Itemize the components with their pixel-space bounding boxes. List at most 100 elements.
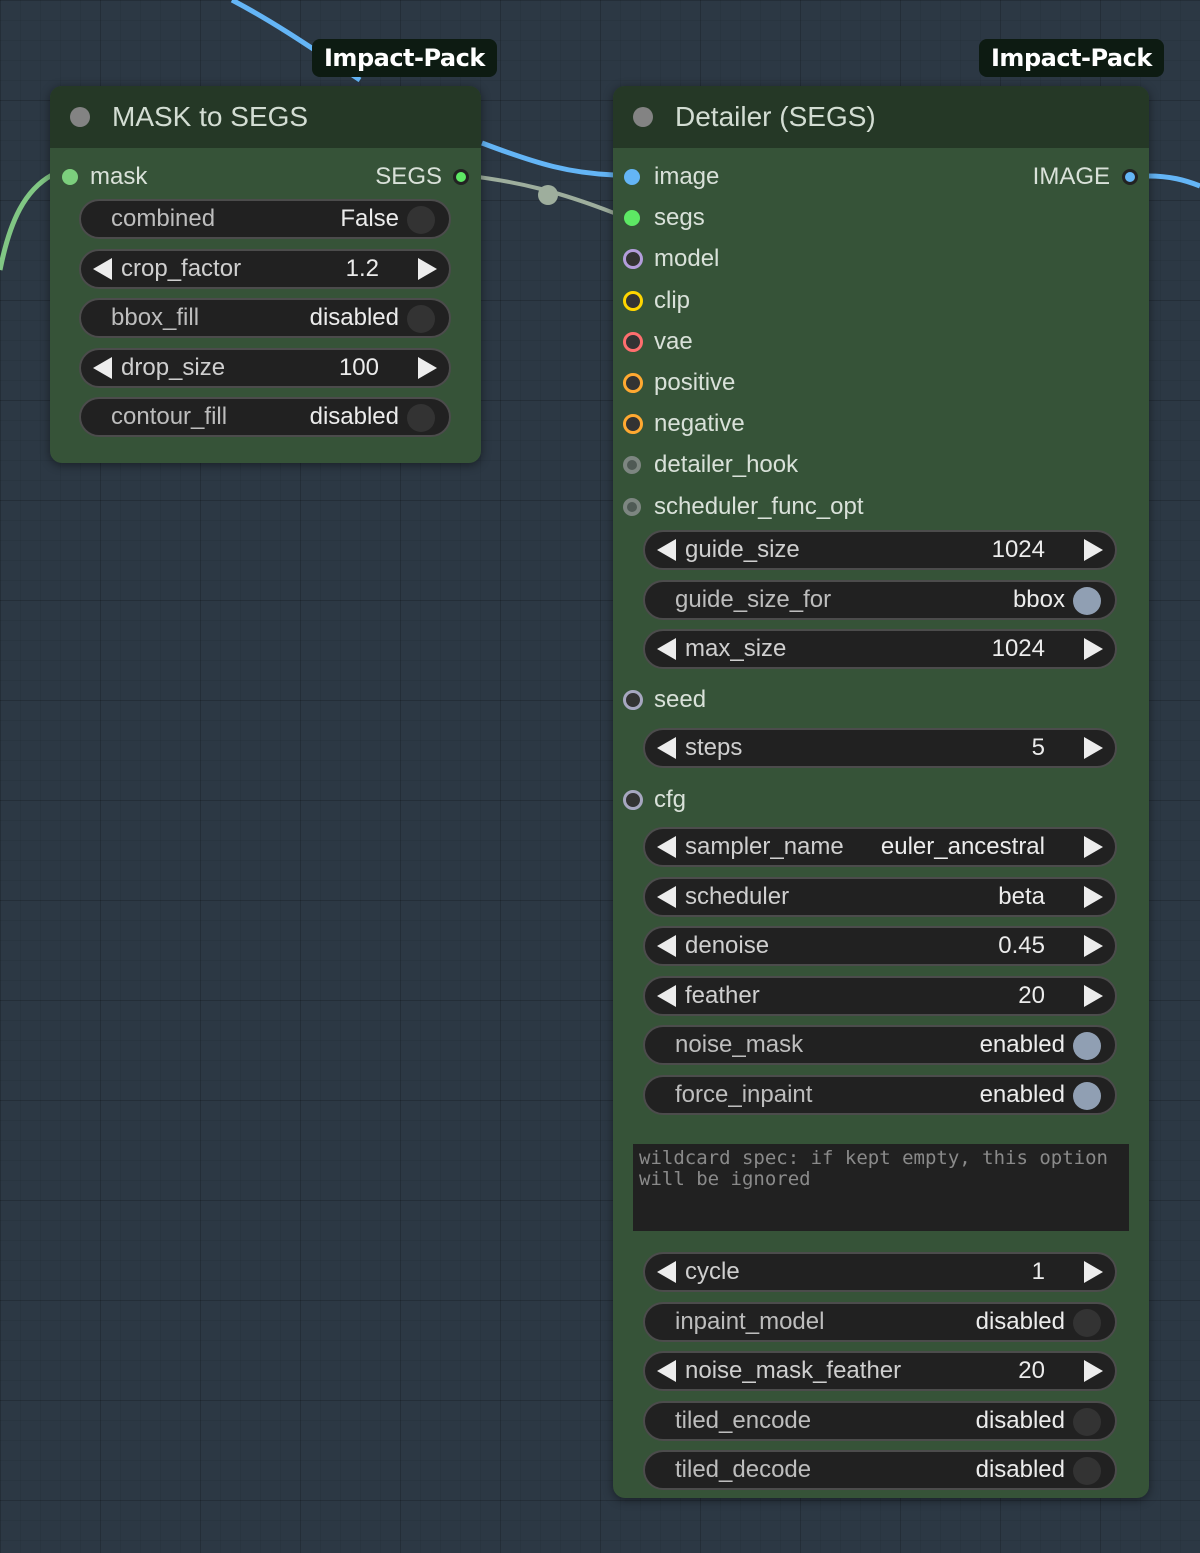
- input-slot-vae-icon[interactable]: [623, 331, 643, 352]
- increment-arrow-icon[interactable]: [1084, 539, 1103, 561]
- node-title: MASK to SEGS: [112, 101, 309, 132]
- link-reroute-dot[interactable]: [538, 185, 558, 205]
- node-mask-to-segs[interactable]: MASK to SEGS mask SEGS combined False crop…: [50, 86, 481, 463]
- slot-row-positive: positive: [613, 363, 1149, 403]
- widget-guide-size-for[interactable]: guide_size_for bbox: [643, 579, 1117, 620]
- increment-arrow-icon[interactable]: [1084, 1360, 1103, 1382]
- input-slot-negative-icon[interactable]: [623, 414, 643, 435]
- widget-denoise[interactable]: denoise 0.45: [643, 926, 1117, 966]
- input-slot-detailer-hook-icon[interactable]: [623, 456, 641, 475]
- widget-name: guide_size_for: [675, 585, 832, 613]
- widget-name: force_inpaint: [675, 1080, 813, 1108]
- toggle-knob-icon[interactable]: [1073, 1457, 1101, 1485]
- increment-arrow-icon[interactable]: [1084, 638, 1103, 661]
- widget-scheduler[interactable]: scheduler beta: [643, 876, 1117, 917]
- decrement-arrow-icon[interactable]: [657, 737, 676, 759]
- input-label-clip: clip: [654, 286, 691, 314]
- widget-contour-fill[interactable]: contour_fill disabled: [79, 397, 451, 438]
- node-header[interactable]: Detailer (SEGS): [613, 86, 1149, 148]
- decrement-arrow-icon[interactable]: [657, 935, 676, 957]
- increment-arrow-icon[interactable]: [418, 257, 437, 280]
- widget-name: combined: [111, 205, 216, 232]
- link-wire-image-out[interactable]: [1147, 173, 1200, 189]
- widget-max-size[interactable]: max_size 1024: [643, 629, 1117, 670]
- input-label-scheduler-func-opt: scheduler_func_opt: [654, 492, 864, 520]
- node-header[interactable]: MASK to SEGS: [50, 86, 481, 148]
- input-slot-scheduler-func-opt-icon[interactable]: [623, 497, 641, 516]
- widget-sampler-name[interactable]: sampler_name euler_ancestral: [643, 827, 1117, 867]
- widget-name: drop_size: [121, 353, 226, 381]
- collapse-dot-icon[interactable]: [70, 107, 90, 127]
- decrement-arrow-icon[interactable]: [657, 539, 676, 561]
- node-detailer-segs[interactable]: Detailer (SEGS) image segs model clip vae pos…: [613, 86, 1149, 1498]
- decrement-arrow-icon[interactable]: [657, 885, 676, 908]
- widget-value: disabled: [309, 304, 399, 332]
- link-wire-mask[interactable]: [0, 172, 54, 271]
- increment-arrow-icon[interactable]: [1084, 1261, 1103, 1283]
- widget-combined[interactable]: combined False: [79, 199, 451, 239]
- input-slot-mask-icon[interactable]: [62, 169, 78, 185]
- increment-arrow-icon[interactable]: [418, 356, 437, 379]
- decrement-arrow-icon[interactable]: [657, 836, 676, 858]
- slot-row-scheduler-func-opt: scheduler_func_opt: [613, 487, 1149, 527]
- slot-row-mask: mask SEGS: [50, 157, 481, 197]
- input-slot-seed-icon[interactable]: [623, 690, 643, 710]
- slot-row-negative: negative: [613, 404, 1149, 444]
- widget-value: 20: [1018, 1357, 1045, 1384]
- increment-arrow-icon[interactable]: [1084, 836, 1103, 858]
- input-slot-positive-icon[interactable]: [623, 373, 643, 393]
- toggle-knob-icon[interactable]: [1073, 586, 1101, 615]
- link-wire-image-middle[interactable]: [481, 140, 615, 178]
- decrement-arrow-icon[interactable]: [657, 1261, 676, 1283]
- output-label-image: IMAGE: [1032, 163, 1110, 190]
- widget-tiled-encode[interactable]: tiled_encode disabled: [643, 1400, 1117, 1441]
- decrement-arrow-icon[interactable]: [93, 257, 112, 280]
- increment-arrow-icon[interactable]: [1084, 984, 1103, 1007]
- slot-row-image-output: IMAGE: [613, 157, 1149, 197]
- toggle-knob-icon[interactable]: [1073, 1032, 1101, 1060]
- slot-row-cfg: cfg: [613, 780, 1149, 820]
- widget-value: 20: [1018, 981, 1045, 1009]
- input-slot-model-icon[interactable]: [623, 249, 643, 270]
- widget-feather[interactable]: feather 20: [643, 975, 1117, 1016]
- node-badge-impact-pack: Impact-Pack: [312, 39, 497, 77]
- output-slot-image-icon[interactable]: [1122, 169, 1138, 185]
- toggle-knob-icon[interactable]: [407, 305, 435, 334]
- input-slot-segs-icon[interactable]: [624, 210, 640, 227]
- widget-cycle[interactable]: cycle 1: [643, 1252, 1117, 1292]
- decrement-arrow-icon[interactable]: [93, 356, 112, 379]
- toggle-knob-icon[interactable]: [1073, 1308, 1101, 1337]
- input-slot-clip-icon[interactable]: [623, 290, 643, 311]
- widget-value: disabled: [975, 1307, 1065, 1335]
- widget-name: feather: [685, 981, 760, 1009]
- toggle-knob-icon[interactable]: [1073, 1407, 1101, 1436]
- widget-crop-factor[interactable]: crop_factor 1.2: [79, 248, 451, 289]
- slot-row-detailer-hook: detailer_hook: [613, 445, 1149, 485]
- widget-force-inpaint[interactable]: force_inpaint enabled: [643, 1074, 1117, 1115]
- widget-bbox-fill[interactable]: bbox_fill disabled: [79, 298, 451, 339]
- wildcard-textarea[interactable]: wildcard spec: if kept empty, this optio…: [633, 1144, 1129, 1231]
- increment-arrow-icon[interactable]: [1084, 885, 1103, 908]
- decrement-arrow-icon[interactable]: [657, 1360, 676, 1382]
- node-badge-impact-pack: Impact-Pack: [979, 39, 1164, 77]
- decrement-arrow-icon[interactable]: [657, 638, 676, 661]
- widget-tiled-decode[interactable]: tiled_decode disabled: [643, 1450, 1117, 1490]
- widget-drop-size[interactable]: drop_size 100: [79, 347, 451, 388]
- widget-name: max_size: [685, 635, 787, 663]
- widget-name: sampler_name: [685, 833, 844, 860]
- toggle-knob-icon[interactable]: [407, 404, 435, 433]
- output-slot-segs-icon[interactable]: [453, 169, 469, 185]
- widget-steps[interactable]: steps 5: [643, 728, 1117, 768]
- toggle-knob-icon[interactable]: [407, 206, 435, 234]
- increment-arrow-icon[interactable]: [1084, 737, 1103, 759]
- input-slot-cfg-icon[interactable]: [623, 790, 643, 810]
- widget-guide-size[interactable]: guide_size 1024: [643, 530, 1117, 570]
- widget-inpaint-model[interactable]: inpaint_model disabled: [643, 1301, 1117, 1342]
- input-label-cfg: cfg: [654, 786, 687, 813]
- widget-noise-mask-feather[interactable]: noise_mask_feather 20: [643, 1351, 1117, 1391]
- increment-arrow-icon[interactable]: [1084, 935, 1103, 957]
- decrement-arrow-icon[interactable]: [657, 984, 676, 1007]
- toggle-knob-icon[interactable]: [1073, 1081, 1101, 1110]
- collapse-dot-icon[interactable]: [633, 107, 653, 127]
- widget-noise-mask[interactable]: noise_mask enabled: [643, 1025, 1117, 1065]
